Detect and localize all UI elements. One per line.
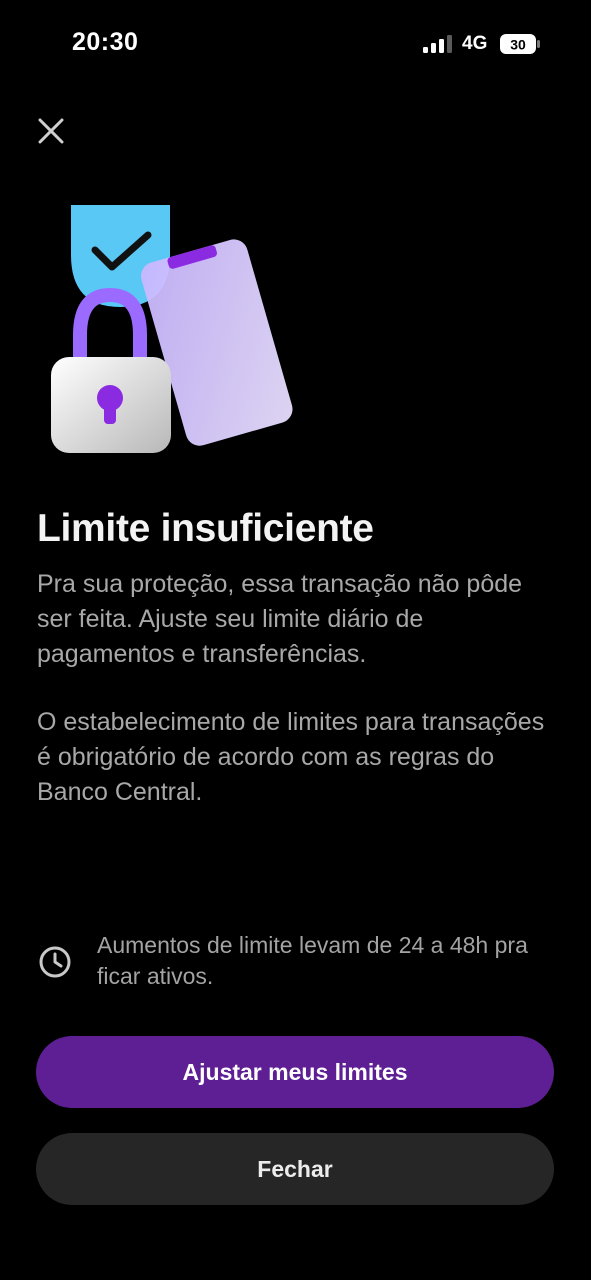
regulation-paragraph: O estabelecimento de limites para transa… bbox=[37, 708, 545, 806]
network-type: 4G bbox=[462, 33, 488, 54]
page-title: Limite insuficiente bbox=[37, 507, 374, 550]
security-illustration bbox=[51, 205, 293, 453]
status-time: 20:30 bbox=[72, 28, 139, 56]
lock-icon bbox=[51, 357, 171, 453]
battery-level: 30 bbox=[510, 37, 526, 53]
close-button[interactable] bbox=[30, 110, 72, 152]
clock-icon bbox=[39, 946, 71, 978]
cellular-signal-icon bbox=[423, 35, 452, 53]
adjust-limits-button[interactable]: Ajustar meus limites bbox=[36, 1036, 554, 1108]
status-bar: 20:30 4G 30 bbox=[0, 0, 591, 90]
info-text: Aumentos de limite levam de 24 a 48h pra… bbox=[97, 932, 528, 989]
description-paragraph: Pra sua proteção, essa transação não pôd… bbox=[37, 570, 523, 668]
close-button-bottom[interactable]: Fechar bbox=[36, 1133, 554, 1205]
close-icon bbox=[38, 118, 64, 144]
info-notice: Aumentos de limite levam de 24 a 48h pra… bbox=[37, 930, 557, 1000]
battery-icon: 30 bbox=[500, 34, 540, 54]
